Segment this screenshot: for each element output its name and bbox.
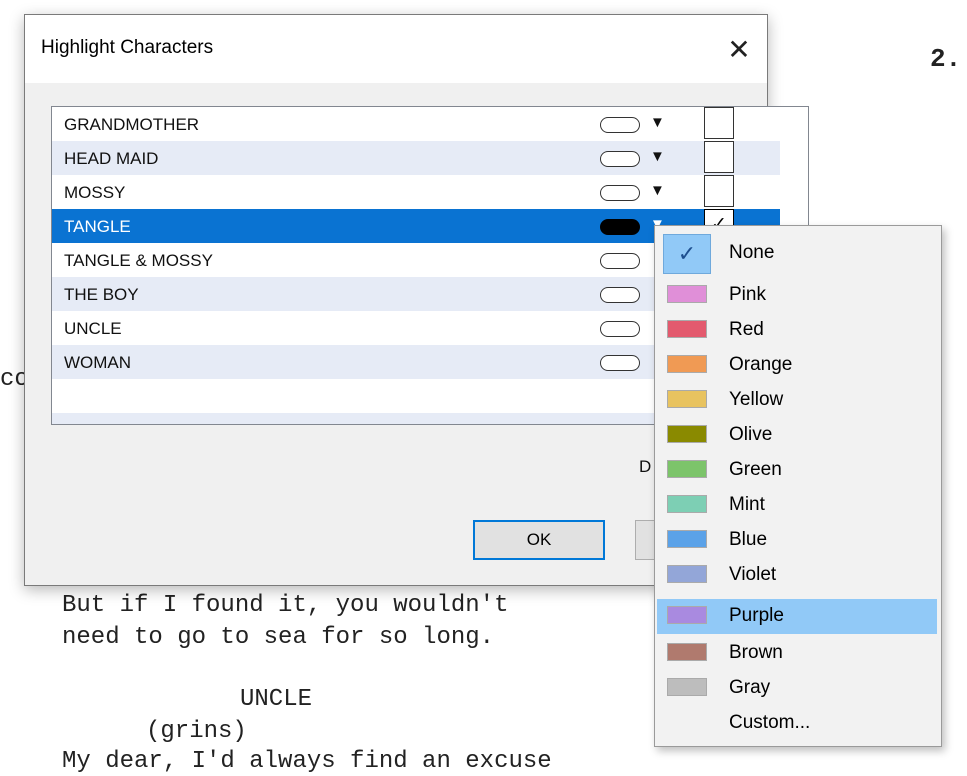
close-icon[interactable]: ✕ [719,29,759,69]
character-name: HEAD MAID [64,149,159,168]
menu-item-gray[interactable]: Gray [657,671,937,706]
character-name: THE BOY [64,285,139,304]
orange-swatch-icon [667,355,707,373]
pink-swatch-icon [667,285,707,303]
purple-swatch-icon [667,606,707,624]
partial-label: D [639,457,652,476]
color-menu: ✓ None Pink Red Orange Yellow Olive Gree… [654,225,942,747]
color-swatch[interactable] [600,185,640,201]
menu-item-label: Pink [729,284,766,305]
menu-item-label: Violet [729,564,777,585]
page-number: 2. [930,44,962,74]
chevron-down-icon[interactable]: ▼ [650,182,665,199]
mint-swatch-icon [667,495,707,513]
menu-item-olive[interactable]: Olive [657,418,937,453]
menu-item-label: None [729,242,775,263]
character-name: TANGLE [64,217,131,236]
menu-item-label: Green [729,459,782,480]
menu-item-yellow[interactable]: Yellow [657,383,937,418]
color-swatch[interactable] [600,253,640,269]
script-line: But if I found it, you wouldn't [62,592,509,619]
character-name: WOMAN [64,353,132,372]
menu-item-label: Purple [729,605,784,626]
check-icon: ✓ [663,234,711,274]
menu-item-label: Custom... [729,712,811,733]
highlight-checkbox[interactable] [704,107,734,139]
color-swatch[interactable] [600,151,640,167]
brown-swatch-icon [667,643,707,661]
color-swatch[interactable] [600,117,640,133]
menu-item-violet[interactable]: Violet [657,558,937,593]
gray-swatch-icon [667,678,707,696]
highlight-checkbox[interactable] [704,141,734,173]
menu-item-none[interactable]: ✓ None [657,230,937,276]
script-line: need to go to sea for so long. [62,624,495,651]
character-name: UNCLE [64,319,122,338]
menu-item-green[interactable]: Green [657,453,937,488]
menu-item-orange[interactable]: Orange [657,348,937,383]
menu-item-label: Mint [729,494,765,515]
character-row[interactable]: HEAD MAID ▼ [52,141,780,175]
menu-item-custom[interactable]: Custom... [657,706,937,741]
red-swatch-icon [667,320,707,338]
dialog-titlebar: Highlight Characters ✕ [25,15,767,83]
color-swatch[interactable] [600,219,640,235]
character-name: MOSSY [64,183,126,202]
script-parenthetical: (grins) [146,718,247,745]
highlight-checkbox[interactable] [704,175,734,207]
character-name: TANGLE & MOSSY [64,251,213,270]
character-name: GRANDMOTHER [64,115,200,134]
menu-item-label: Yellow [729,389,784,410]
menu-item-pink[interactable]: Pink [657,278,937,313]
yellow-swatch-icon [667,390,707,408]
dialog-title: Highlight Characters [41,37,214,58]
menu-item-label: Blue [729,529,768,550]
script-character-name: UNCLE [240,686,313,713]
character-row[interactable]: MOSSY ▼ [52,175,780,209]
color-swatch[interactable] [600,287,640,303]
chevron-down-icon[interactable]: ▼ [650,114,665,131]
menu-item-label: Olive [729,424,773,445]
menu-item-label: Brown [729,642,783,663]
menu-item-label: Gray [729,677,771,698]
menu-item-purple[interactable]: Purple [657,599,937,634]
ok-button[interactable]: OK [473,520,605,560]
color-swatch[interactable] [600,321,640,337]
menu-item-red[interactable]: Red [657,313,937,348]
menu-item-label: Red [729,319,764,340]
olive-swatch-icon [667,425,707,443]
menu-item-mint[interactable]: Mint [657,488,937,523]
chevron-down-icon[interactable]: ▼ [650,148,665,165]
menu-item-label: Orange [729,354,793,375]
script-line: My dear, I'd always find an excuse [62,748,552,775]
violet-swatch-icon [667,565,707,583]
menu-item-blue[interactable]: Blue [657,523,937,558]
green-swatch-icon [667,460,707,478]
blue-swatch-icon [667,530,707,548]
character-row[interactable]: GRANDMOTHER ▼ [52,107,780,141]
menu-item-brown[interactable]: Brown [657,636,937,671]
color-swatch[interactable] [600,355,640,371]
